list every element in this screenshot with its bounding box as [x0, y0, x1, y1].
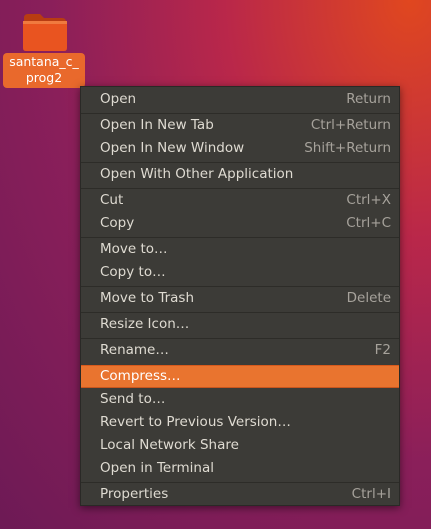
folder-icon[interactable]: [22, 12, 68, 52]
menu-item-label: Open In New Tab: [100, 117, 214, 133]
menu-item-send-to[interactable]: Send to…: [81, 388, 399, 411]
menu-item-label: Open in Terminal: [100, 460, 214, 476]
menu-item-open-in-terminal[interactable]: Open in Terminal: [81, 457, 399, 480]
menu-item-accelerator: F2: [374, 342, 391, 358]
menu-item-label: Move to Trash: [100, 290, 195, 306]
menu-item-compress[interactable]: Compress…: [81, 365, 399, 388]
menu-item-label: Copy to…: [100, 264, 166, 280]
menu-item-open-new-window[interactable]: Open In New Window Shift+Return: [81, 137, 399, 160]
menu-item-move-to[interactable]: Move to…: [81, 238, 399, 261]
menu-item-resize-icon[interactable]: Resize Icon…: [81, 313, 399, 336]
menu-item-label: Open With Other Application: [100, 166, 294, 182]
menu-item-label: Move to…: [100, 241, 168, 257]
menu-item-label: Local Network Share: [100, 437, 239, 453]
menu-item-rename[interactable]: Rename… F2: [81, 339, 399, 362]
icon-label-line-1: santana_c_: [9, 54, 79, 69]
menu-item-accelerator: Ctrl+C: [346, 215, 391, 231]
menu-item-properties[interactable]: Properties Ctrl+I: [81, 483, 399, 506]
menu-item-label: Open: [100, 91, 137, 107]
menu-item-accelerator: Delete: [346, 290, 391, 306]
menu-item-label: Send to…: [100, 391, 166, 407]
desktop-icon-label[interactable]: santana_c_ prog2: [3, 53, 85, 88]
menu-item-move-to-trash[interactable]: Move to Trash Delete: [81, 287, 399, 310]
menu-item-label: Rename…: [100, 342, 169, 358]
menu-item-label: Resize Icon…: [100, 316, 190, 332]
menu-item-local-network-share[interactable]: Local Network Share: [81, 434, 399, 457]
menu-item-copy-to[interactable]: Copy to…: [81, 261, 399, 284]
menu-item-accelerator: Ctrl+I: [351, 486, 391, 502]
menu-item-accelerator: Return: [346, 91, 391, 107]
icon-label-line-2: prog2: [25, 70, 63, 85]
menu-item-accelerator: Ctrl+Return: [310, 117, 391, 133]
menu-item-open[interactable]: Open Return: [81, 88, 399, 111]
menu-item-accelerator: Ctrl+X: [346, 192, 391, 208]
menu-item-open-new-tab[interactable]: Open In New Tab Ctrl+Return: [81, 114, 399, 137]
menu-item-label: Copy: [100, 215, 135, 231]
menu-item-label: Compress…: [100, 368, 181, 384]
menu-item-open-with-other-app[interactable]: Open With Other Application: [81, 163, 399, 186]
menu-item-cut[interactable]: Cut Ctrl+X: [81, 189, 399, 212]
context-menu: Open Return Open In New Tab Ctrl+Return …: [80, 86, 400, 506]
menu-item-label: Properties: [100, 486, 169, 502]
menu-item-revert-previous-version[interactable]: Revert to Previous Version…: [81, 411, 399, 434]
menu-item-label: Open In New Window: [100, 140, 245, 156]
menu-item-accelerator: Shift+Return: [304, 140, 391, 156]
menu-item-copy[interactable]: Copy Ctrl+C: [81, 212, 399, 235]
menu-item-label: Cut: [100, 192, 124, 208]
menu-item-label: Revert to Previous Version…: [100, 414, 291, 430]
